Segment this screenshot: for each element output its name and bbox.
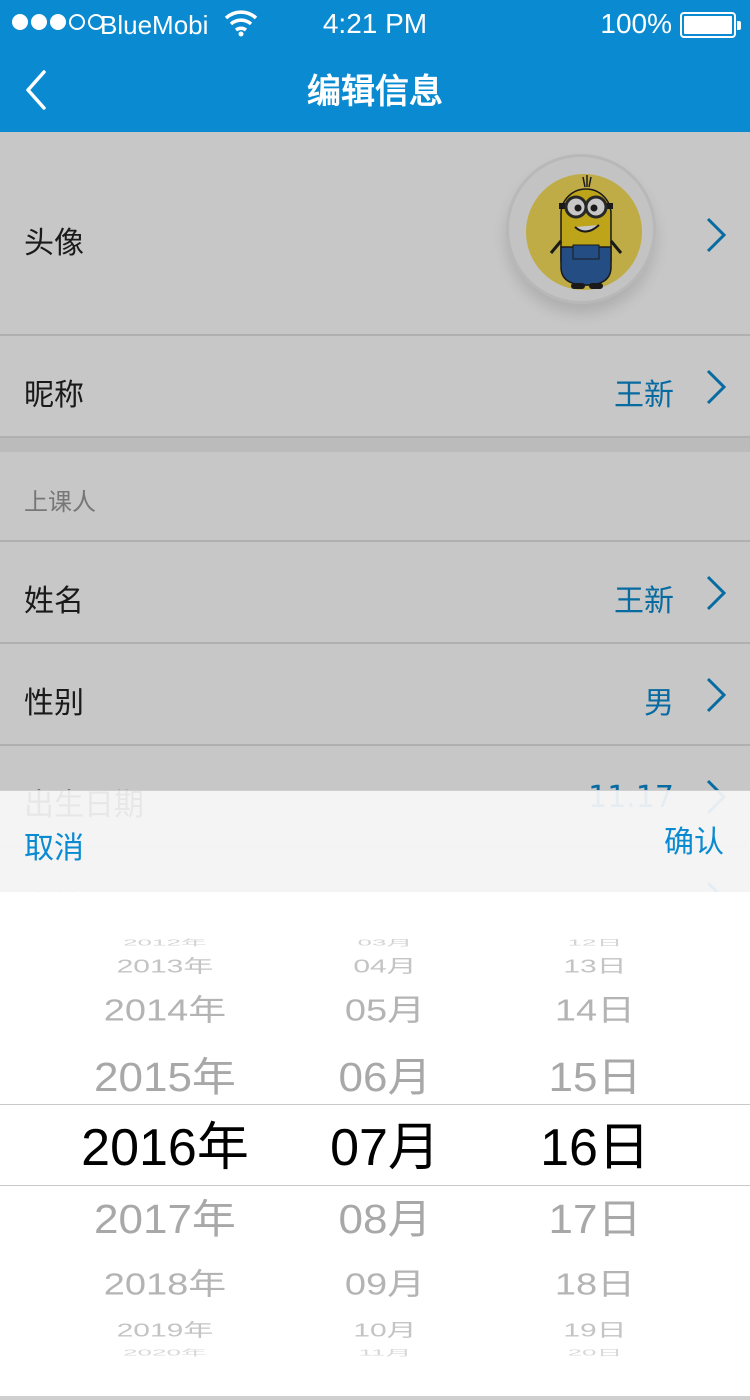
month-option[interactable]: 10月 [310,1322,460,1340]
year-option[interactable]: 2018年 [60,1270,270,1300]
picker-toolbar: 取消 确认 [0,790,750,892]
battery-icon [680,12,741,38]
confirm-button[interactable]: 确认 [664,817,724,861]
day-option[interactable]: 13日 [520,958,670,976]
date-picker: 2012年 2013年 2014年 2015年 2016年 2017年 2018… [0,892,750,1400]
navigation-bar: BlueMobi 4:21 PM 100% 编辑信息 [0,0,750,132]
year-option-selected[interactable]: 2016年 [60,1122,270,1174]
year-option[interactable]: 2013年 [60,958,270,976]
month-option[interactable]: 11月 [310,1349,460,1357]
month-option[interactable]: 06月 [310,1057,460,1098]
month-option[interactable]: 03月 [310,939,460,947]
day-option[interactable]: 18日 [520,1270,670,1300]
month-wheel[interactable]: 03月 04月 05月 06月 07月 08月 09月 10月 11月 [310,892,460,1400]
day-wheel[interactable]: 12日 13日 14日 15日 16日 17日 18日 19日 20日 [520,892,670,1400]
day-option[interactable]: 12日 [520,939,670,947]
day-option-selected[interactable]: 16日 [520,1122,670,1174]
year-option[interactable]: 2017年 [60,1199,270,1240]
month-option[interactable]: 05月 [310,996,460,1026]
year-option[interactable]: 2012年 [60,939,270,947]
day-option[interactable]: 20日 [520,1349,670,1357]
day-option[interactable]: 17日 [520,1199,670,1240]
month-option[interactable]: 04月 [310,958,460,976]
month-option-selected[interactable]: 07月 [310,1122,460,1174]
day-option[interactable]: 14日 [520,996,670,1026]
year-option[interactable]: 2014年 [60,996,270,1026]
year-option[interactable]: 2020年 [60,1349,270,1357]
status-bar: BlueMobi 4:21 PM 100% [0,0,750,50]
month-option[interactable]: 08月 [310,1199,460,1240]
year-wheel[interactable]: 2012年 2013年 2014年 2015年 2016年 2017年 2018… [60,892,270,1400]
page-title: 编辑信息 [307,72,443,112]
year-option[interactable]: 2015年 [60,1057,270,1098]
day-option[interactable]: 15日 [520,1057,670,1098]
cancel-button[interactable]: 取消 [24,823,84,867]
battery-percentage: 100% [600,8,672,39]
day-option[interactable]: 19日 [520,1322,670,1340]
month-option[interactable]: 09月 [310,1270,460,1300]
year-option[interactable]: 2019年 [60,1322,270,1340]
